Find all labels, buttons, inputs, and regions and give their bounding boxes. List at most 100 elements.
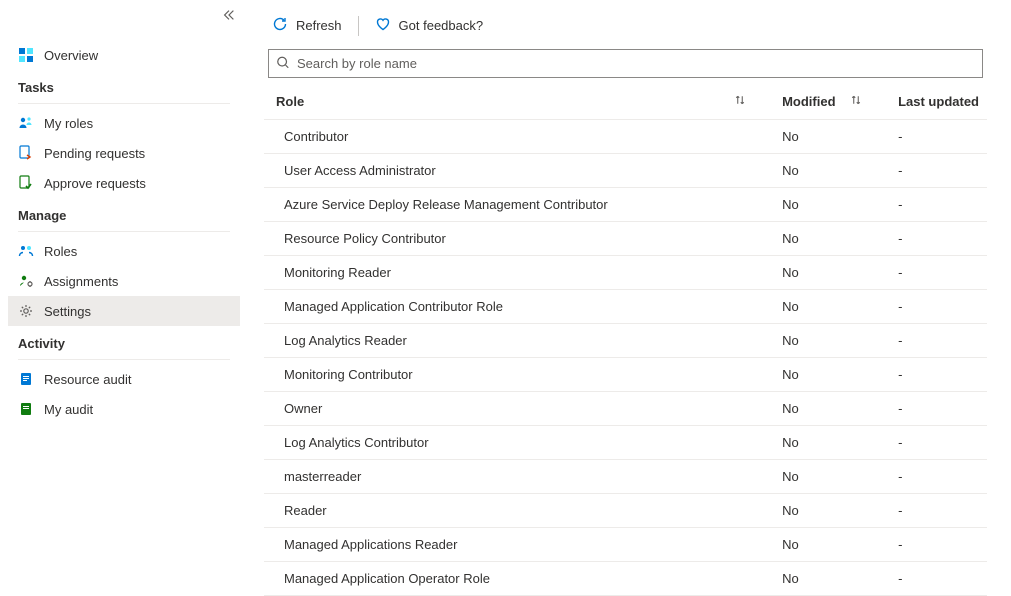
doc-arrow-icon: [18, 145, 34, 161]
sidebar-item-label: Assignments: [44, 274, 118, 289]
table-row[interactable]: Resource Policy ContributorNo-: [264, 222, 987, 256]
cell-last-updated: -: [886, 290, 987, 324]
cell-modified: No: [770, 562, 886, 596]
sidebar-item-my-audit[interactable]: My audit: [8, 394, 240, 424]
table-row[interactable]: OwnerNo-: [264, 392, 987, 426]
refresh-button[interactable]: Refresh: [268, 12, 346, 39]
table-row[interactable]: Managed Application Operator RoleNo-: [264, 562, 987, 596]
cell-modified: No: [770, 460, 886, 494]
cell-modified: No: [770, 290, 886, 324]
table-row[interactable]: Monitoring ContributorNo-: [264, 358, 987, 392]
cell-modified: No: [770, 120, 886, 154]
column-header-role[interactable]: Role: [264, 84, 734, 120]
cell-role: Log Analytics Contributor: [264, 426, 770, 460]
sidebar-divider: [18, 359, 230, 360]
cell-last-updated: -: [886, 426, 987, 460]
cell-last-updated: -: [886, 324, 987, 358]
sort-icon: [734, 94, 746, 109]
sidebar: Overview Tasks My roles Pending requests Ap…: [0, 0, 248, 587]
cell-modified: No: [770, 426, 886, 460]
cell-last-updated: -: [886, 460, 987, 494]
cell-role: Azure Service Deploy Release Management …: [264, 188, 770, 222]
table-row[interactable]: ContributorNo-: [264, 120, 987, 154]
cell-role: User Access Administrator: [264, 154, 770, 188]
cell-role: Managed Application Operator Role: [264, 562, 770, 596]
collapse-sidebar-button[interactable]: [222, 8, 236, 25]
cell-modified: No: [770, 188, 886, 222]
sidebar-item-approve-requests[interactable]: Approve requests: [8, 168, 240, 198]
table-row[interactable]: Azure Service Deploy Release Management …: [264, 188, 987, 222]
cell-role: Managed Application Contributor Role: [264, 290, 770, 324]
cell-role: Log Analytics Reader: [264, 324, 770, 358]
table-row[interactable]: masterreaderNo-: [264, 460, 987, 494]
sidebar-item-label: My roles: [44, 116, 93, 131]
search-input[interactable]: [268, 49, 983, 78]
sidebar-item-pending-requests[interactable]: Pending requests: [8, 138, 240, 168]
sort-icon: [850, 94, 862, 109]
refresh-label: Refresh: [296, 18, 342, 33]
sidebar-item-label: Pending requests: [44, 146, 145, 161]
feedback-button[interactable]: Got feedback?: [371, 12, 488, 39]
cell-modified: No: [770, 324, 886, 358]
table-row[interactable]: Managed Application Contributor RoleNo-: [264, 290, 987, 324]
search-icon: [276, 55, 290, 72]
cell-last-updated: -: [886, 188, 987, 222]
sidebar-item-resource-audit[interactable]: Resource audit: [8, 364, 240, 394]
cell-last-updated: -: [886, 494, 987, 528]
cell-modified: No: [770, 528, 886, 562]
column-sort-role[interactable]: [734, 84, 770, 120]
column-header-modified[interactable]: Modified: [770, 84, 850, 120]
table-row[interactable]: Log Analytics ReaderNo-: [264, 324, 987, 358]
cell-last-updated: -: [886, 256, 987, 290]
cell-last-updated: -: [886, 120, 987, 154]
column-sort-modified[interactable]: [850, 84, 886, 120]
cell-modified: No: [770, 494, 886, 528]
cell-role: Managed Applications Reader: [264, 528, 770, 562]
cell-last-updated: -: [886, 562, 987, 596]
table-row[interactable]: User Access AdministratorNo-: [264, 154, 987, 188]
overview-icon: [18, 47, 34, 63]
doc-green-icon: [18, 401, 34, 417]
sidebar-item-assignments[interactable]: Assignments: [8, 266, 240, 296]
table-row[interactable]: ReaderNo-: [264, 494, 987, 528]
cell-last-updated: -: [886, 358, 987, 392]
cell-modified: No: [770, 392, 886, 426]
sidebar-item-settings[interactable]: Settings: [8, 296, 240, 326]
search-wrap: [268, 49, 983, 78]
sidebar-group-label: Activity: [8, 326, 240, 357]
column-header-last-updated[interactable]: Last updated: [886, 84, 987, 120]
heart-icon: [375, 16, 391, 35]
refresh-icon: [272, 16, 288, 35]
sidebar-group-label: Tasks: [8, 70, 240, 101]
sidebar-item-label: Settings: [44, 304, 91, 319]
doc-check-icon: [18, 175, 34, 191]
cell-last-updated: -: [886, 222, 987, 256]
sidebar-item-my-roles[interactable]: My roles: [8, 108, 240, 138]
table-row[interactable]: Managed Applications ReaderNo-: [264, 528, 987, 562]
sidebar-item-label: Overview: [44, 48, 98, 63]
toolbar-divider: [358, 16, 359, 36]
main-content: Refresh Got feedback? Role Modifie: [248, 0, 1011, 587]
toolbar: Refresh Got feedback?: [264, 0, 987, 49]
cell-last-updated: -: [886, 392, 987, 426]
sidebar-item-label: My audit: [44, 402, 93, 417]
cell-role: Owner: [264, 392, 770, 426]
feedback-label: Got feedback?: [399, 18, 484, 33]
cell-modified: No: [770, 358, 886, 392]
cell-modified: No: [770, 222, 886, 256]
sidebar-item-label: Resource audit: [44, 372, 131, 387]
cell-role: Reader: [264, 494, 770, 528]
gear-icon: [18, 303, 34, 319]
sidebar-item-roles[interactable]: Roles: [8, 236, 240, 266]
sidebar-item-overview[interactable]: Overview: [8, 40, 240, 70]
cell-role: Contributor: [264, 120, 770, 154]
doc-blue-icon: [18, 371, 34, 387]
table-row[interactable]: Log Analytics ContributorNo-: [264, 426, 987, 460]
sidebar-item-label: Roles: [44, 244, 77, 259]
person-gear-icon: [18, 273, 34, 289]
cell-last-updated: -: [886, 154, 987, 188]
table-row[interactable]: Monitoring ReaderNo-: [264, 256, 987, 290]
table-header-row: Role Modified Last updated: [264, 84, 987, 120]
people-roles-icon: [18, 243, 34, 259]
cell-role: Resource Policy Contributor: [264, 222, 770, 256]
